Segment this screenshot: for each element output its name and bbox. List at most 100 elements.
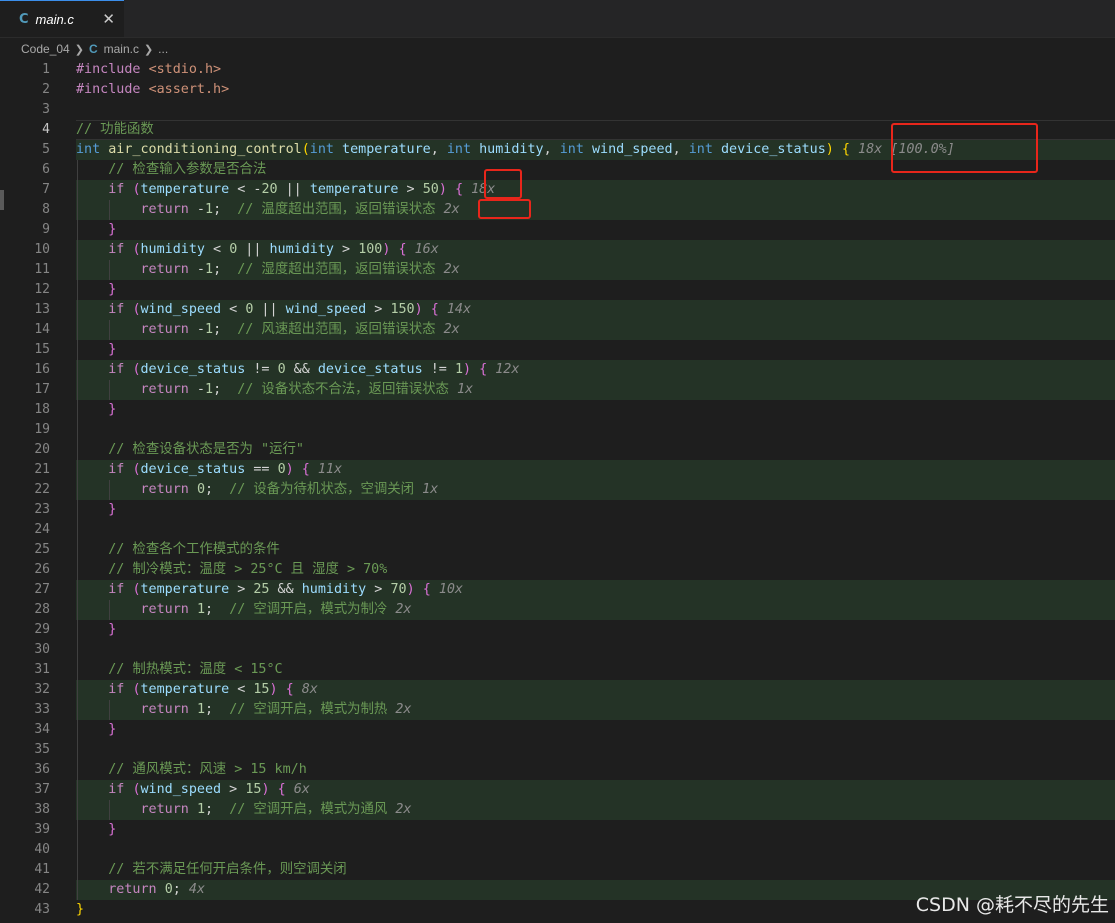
code-token: 100	[358, 242, 383, 257]
code-token: wind_speed	[140, 302, 222, 317]
line-number: 27	[34, 582, 50, 597]
execution-count: 1x	[456, 382, 474, 397]
code-token: // 检查设备状态是否为 "运行"	[108, 442, 304, 457]
close-icon[interactable]: ✕	[102, 10, 115, 28]
code-text: if (wind_speed < 0 || wind_speed > 150) …	[76, 300, 1115, 320]
indent-guide	[77, 520, 78, 540]
code-line[interactable]: 38 return 1; // 空调开启，模式为通风 2x	[0, 800, 1115, 820]
code-line[interactable]: 7 if (temperature < -20 || temperature >…	[0, 180, 1115, 200]
code-line[interactable]: 28 return 1; // 空调开启，模式为制冷 2x	[0, 600, 1115, 620]
code-token: 1	[454, 362, 463, 377]
code-line[interactable]: 3	[0, 100, 1115, 120]
code-token: ;	[213, 262, 238, 277]
line-number: 19	[34, 422, 50, 437]
code-line[interactable]: 20 // 检查设备状态是否为 "运行"	[0, 440, 1115, 460]
code-line[interactable]: 31 // 制热模式：温度 < 15°C	[0, 660, 1115, 680]
code-token: }	[76, 902, 85, 917]
code-line[interactable]: 32 if (temperature < 15) { 8x	[0, 680, 1115, 700]
code-token: return	[140, 602, 189, 617]
line-number: 8	[42, 202, 50, 217]
code-line[interactable]: 12 }	[0, 280, 1115, 300]
code-token: &&	[285, 362, 318, 377]
code-token: temperature	[309, 182, 399, 197]
code-line[interactable]: 40	[0, 840, 1115, 860]
code-token: int	[559, 142, 584, 157]
code-line[interactable]: 14 return -1; // 风速超出范围，返回错误状态 2x	[0, 320, 1115, 340]
code-token: wind_speed	[591, 142, 673, 157]
code-text: return 1; // 空调开启，模式为制冷 2x	[76, 600, 1115, 620]
indent-guide	[77, 240, 78, 260]
line-number: 31	[34, 662, 50, 677]
code-line[interactable]: 10 if (humidity < 0 || humidity > 100) {…	[0, 240, 1115, 260]
indent-guide	[77, 480, 78, 500]
code-line[interactable]: 26 // 制冷模式：温度 > 25°C 且 湿度 > 70%	[0, 560, 1115, 580]
breadcrumb-symbols[interactable]: ...	[158, 42, 168, 56]
breadcrumb-folder[interactable]: Code_04	[21, 42, 70, 56]
code-text: #include <assert.h>	[76, 80, 1115, 100]
code-line[interactable]: 1 #include <stdio.h>	[0, 60, 1115, 80]
code-line[interactable]: 41 // 若不满足任何开启条件，则空调关闭	[0, 860, 1115, 880]
line-number: 24	[34, 522, 50, 537]
code-token: int	[446, 142, 472, 157]
code-line[interactable]: 13 if (wind_speed < 0 || wind_speed > 15…	[0, 300, 1115, 320]
indent-guide	[77, 840, 78, 860]
code-token: 0	[277, 362, 286, 377]
code-line[interactable]: 15 }	[0, 340, 1115, 360]
code-line[interactable]: 27 if (temperature > 25 && humidity > 70…	[0, 580, 1115, 600]
line-number: 12	[34, 282, 50, 297]
code-line[interactable]: 17 return -1; // 设备状态不合法，返回错误状态 1x	[0, 380, 1115, 400]
code-line[interactable]: 11 return -1; // 湿度超出范围，返回错误状态 2x	[0, 260, 1115, 280]
editor-window: C main.c ✕ Code_04 ❯ C main.c ❯ ... 1 #in…	[0, 0, 1115, 923]
code-text: if (humidity < 0 || humidity > 100) { 16…	[76, 240, 1115, 260]
code-line[interactable]: 37 if (wind_speed > 15) { 6x	[0, 780, 1115, 800]
code-line[interactable]: 23 }	[0, 500, 1115, 520]
code-line[interactable]: 30	[0, 640, 1115, 660]
tab-main-c[interactable]: C main.c ✕	[0, 0, 124, 37]
line-number: 29	[34, 622, 50, 637]
code-line[interactable]: 36 // 通风模式：风速 > 15 km/h	[0, 760, 1115, 780]
code-editor[interactable]: 1 #include <stdio.h> 2 #include <assert.h> 3…	[0, 60, 1115, 923]
code-text: return -1; // 湿度超出范围，返回错误状态 2x	[76, 260, 1115, 280]
code-token: ;	[213, 202, 238, 217]
code-token: {	[398, 242, 407, 257]
line-number: 20	[34, 442, 50, 457]
code-line[interactable]: 19	[0, 420, 1115, 440]
line-number: 43	[34, 902, 50, 917]
code-line[interactable]: 29 }	[0, 620, 1115, 640]
code-token: // 检查输入参数是否合法	[108, 162, 267, 177]
code-line[interactable]: 24	[0, 520, 1115, 540]
line-number: 36	[34, 762, 50, 777]
code-token: int	[688, 142, 713, 157]
code-line[interactable]: 34 }	[0, 720, 1115, 740]
indent-guide	[77, 580, 78, 600]
code-token: -	[188, 322, 205, 337]
code-line[interactable]: 16 if (device_status != 0 && device_stat…	[0, 360, 1115, 380]
code-line[interactable]: 9 }	[0, 220, 1115, 240]
code-line[interactable]: 18 }	[0, 400, 1115, 420]
code-token: (	[132, 362, 141, 377]
code-line[interactable]: 22 return 0; // 设备为待机状态，空调关闭 1x	[0, 480, 1115, 500]
code-line[interactable]: 2 #include <assert.h>	[0, 80, 1115, 100]
breadcrumb-file[interactable]: main.c	[104, 42, 139, 56]
code-line[interactable]: 33 return 1; // 空调开启，模式为制热 2x	[0, 700, 1115, 720]
line-number: 7	[42, 182, 50, 197]
indent-guide	[109, 480, 111, 500]
code-token: }	[108, 282, 117, 297]
annotation-box-if-count	[484, 169, 522, 199]
code-line[interactable]: 21 if (device_status == 0) { 11x	[0, 460, 1115, 480]
code-line[interactable]: 8 return -1; // 温度超出范围，返回错误状态 2x	[0, 200, 1115, 220]
code-line[interactable]: 25 // 检查各个工作模式的条件	[0, 540, 1115, 560]
code-token: device_status	[720, 142, 826, 157]
indent-guide	[109, 320, 111, 340]
code-line[interactable]: 39 }	[0, 820, 1115, 840]
code-line[interactable]: 35	[0, 740, 1115, 760]
code-token: )	[463, 362, 472, 377]
